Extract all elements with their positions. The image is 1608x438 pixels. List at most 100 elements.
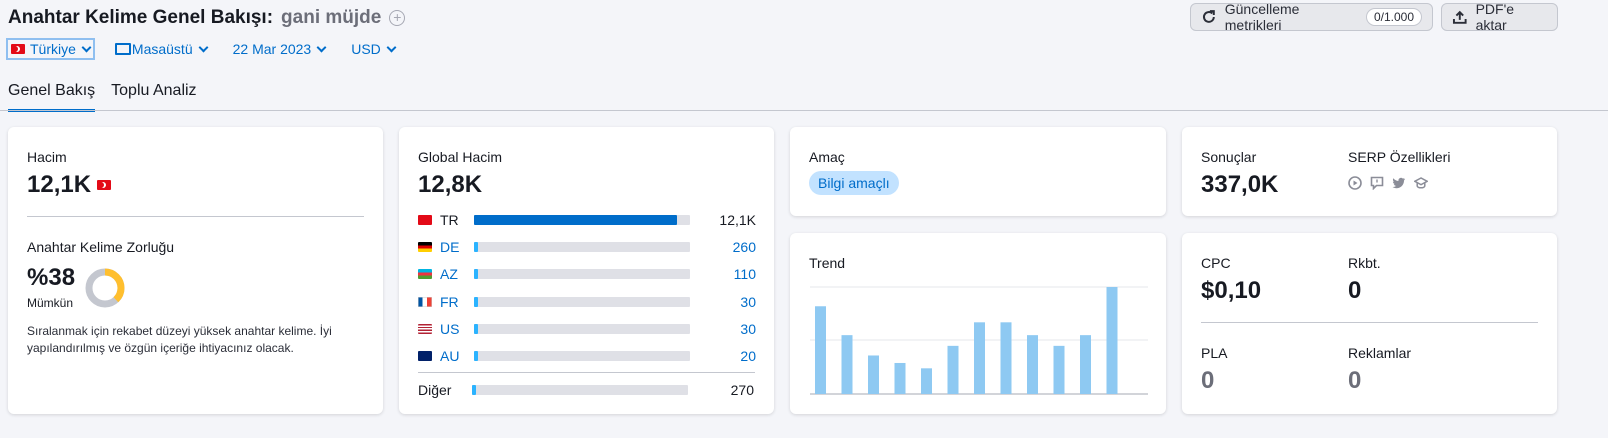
country-value[interactable]: 30 [690, 294, 756, 310]
trend-bar[interactable] [921, 368, 932, 394]
export-pdf-button[interactable]: PDF'e aktar [1441, 1, 1558, 33]
currency-label: USD [351, 41, 381, 57]
trend-bar[interactable] [947, 345, 959, 394]
country-code[interactable]: DE [440, 239, 466, 255]
refresh-icon [1203, 10, 1215, 23]
trend-bar[interactable] [1027, 335, 1038, 394]
serp-icons [1348, 176, 1436, 190]
country-row: AZ 110 [418, 261, 756, 288]
card-divider [27, 216, 364, 217]
cpc-card: CPC $0,10 Rkbt. 0 PLA 0 Reklamlar 0 [1182, 233, 1557, 414]
update-metrics-label: Güncelleme metrikleri [1224, 1, 1300, 33]
country-value[interactable]: 110 [690, 266, 756, 282]
country-code[interactable]: US [440, 321, 466, 337]
country-row-other: Diğer 270 [418, 376, 754, 403]
ads-label: Reklamlar [1348, 345, 1412, 361]
ads-value: 0 [1348, 367, 1362, 394]
chevron-down-icon [81, 42, 92, 52]
trend-bar[interactable] [815, 306, 826, 394]
country-value[interactable]: 30 [690, 321, 756, 337]
chevron-down-icon [198, 42, 209, 52]
trend-chart [810, 286, 1148, 395]
competition-label: Rkbt. [1348, 255, 1381, 271]
other-bar [472, 384, 688, 395]
fr-flag-icon [418, 296, 432, 307]
tab-overview[interactable]: Genel Bakış [8, 82, 96, 112]
page-title: Anahtar Kelime Genel Bakışı: [8, 7, 274, 28]
results-label: Sonuçlar [1201, 149, 1257, 165]
country-row: TR 12,1K [418, 206, 756, 233]
global-volume-card: Global Hacim 12,8K TR 12,1K DE 260 AZ 110 FR 30… [399, 127, 774, 414]
country-value[interactable]: 260 [690, 239, 756, 255]
country-bar-fill [474, 214, 678, 225]
country-label: Türkiye [30, 41, 76, 57]
competition-value: 0 [1348, 277, 1362, 304]
twitter-icon [1392, 177, 1405, 189]
country-bar-fill [474, 296, 479, 307]
results-card: Sonuçlar 337,0K SERP Özellikleri [1182, 127, 1557, 216]
pla-label: PLA [1201, 345, 1228, 361]
chevron-down-icon [316, 42, 327, 52]
global-volume-value: 12,8K [418, 171, 483, 198]
country-bar [474, 323, 690, 334]
volume-card: Hacim 12,1K Anahtar Kelime Zorluğu %38 M… [8, 127, 383, 414]
card-divider [418, 372, 755, 373]
device-select[interactable]: Masaüstü [114, 41, 209, 57]
country-bar [474, 269, 690, 280]
country-bar-fill [474, 269, 479, 280]
trend-bar[interactable] [1053, 345, 1065, 394]
country-row: US 30 [418, 315, 756, 342]
country-value[interactable]: 20 [690, 348, 756, 364]
update-metrics-button[interactable]: Güncelleme metrikleri 0/1.000 [1190, 1, 1433, 33]
export-pdf-label: PDF'e aktar [1475, 1, 1515, 33]
filters-bar: Türkiye Masaüstü 22 Mar 2023 USD [6, 38, 421, 60]
country-bar-fill [474, 241, 479, 252]
global-volume-label: Global Hacim [418, 149, 503, 165]
desktop-icon [114, 43, 131, 55]
country-row: FR 30 [418, 288, 756, 315]
page-header: Anahtar Kelime Genel Bakışı: gani müjde … [8, 6, 406, 30]
country-bar-fill [474, 323, 479, 334]
turkey-flag-icon [97, 180, 112, 190]
trend-bar[interactable] [1106, 287, 1118, 394]
other-label: Diğer [418, 381, 452, 398]
country-code[interactable]: AU [440, 348, 466, 364]
trend-bar[interactable] [841, 335, 853, 394]
tabs-divider [0, 110, 1608, 111]
de-flag-icon [418, 241, 432, 252]
intent-label: Amaç [809, 149, 845, 165]
tab-bulk-analysis[interactable]: Toplu Analiz [111, 82, 196, 112]
pla-value: 0 [1201, 367, 1215, 394]
keyword-title: gani müjde [281, 7, 382, 28]
country-row: AU 20 [418, 342, 756, 369]
results-value: 337,0K [1201, 171, 1279, 198]
trend-bar[interactable] [868, 355, 879, 394]
country-code[interactable]: AZ [440, 266, 466, 282]
trend-label: Trend [809, 255, 846, 271]
trend-bar[interactable] [894, 362, 906, 394]
country-bar [474, 296, 690, 307]
country-bar [474, 351, 690, 362]
chevron-down-icon [386, 42, 397, 52]
volume-value: 12,1K [27, 171, 92, 198]
country-select[interactable]: Türkiye [6, 38, 95, 60]
tr-flag-icon [418, 214, 432, 225]
other-bar-fill [472, 384, 477, 395]
difficulty-level: Mümkün [27, 296, 74, 310]
country-code: TR [440, 211, 459, 228]
country-code[interactable]: FR [440, 294, 466, 310]
intent-card: Amaç Bilgi amaçlı [790, 127, 1166, 216]
trend-bar[interactable] [1000, 322, 1012, 394]
trend-bar[interactable] [1080, 335, 1091, 394]
intent-badge[interactable]: Bilgi amaçlı [809, 171, 899, 195]
video-icon [1348, 176, 1362, 190]
difficulty-value: %38 [27, 264, 76, 291]
trend-bar[interactable] [974, 322, 985, 394]
country-bar-fill [474, 351, 479, 362]
date-select[interactable]: 22 Mar 2023 [232, 41, 327, 57]
tabs: Genel Bakış Toplu Analiz [8, 82, 197, 112]
date-label: 22 Mar 2023 [232, 41, 312, 57]
add-keyword-icon[interactable]: + [389, 10, 406, 26]
currency-select[interactable]: USD [351, 41, 397, 57]
difficulty-donut [85, 268, 125, 308]
